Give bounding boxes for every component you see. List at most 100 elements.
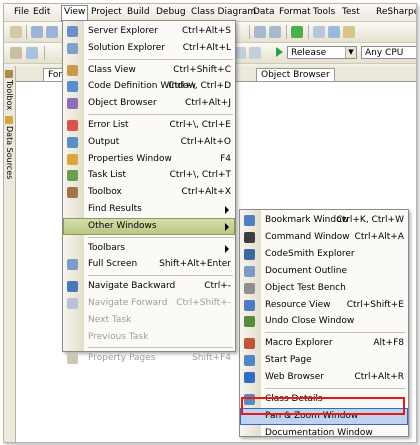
menu-format[interactable]: Format	[277, 6, 313, 19]
menu-item-class-details[interactable]: Class Details	[240, 391, 408, 408]
menu-item-toolbars[interactable]: Toolbars	[63, 240, 235, 257]
code-definition-icon	[67, 81, 78, 93]
redo-icon[interactable]	[46, 26, 58, 38]
toolbox-icon	[67, 187, 78, 199]
menu-item-object-browser[interactable]: Object Browser Ctrl+Alt+J	[63, 95, 235, 112]
menu-item-codesmith-explorer[interactable]: CodeSmith Explorer	[240, 246, 408, 263]
uncomment-icon[interactable]	[249, 47, 261, 59]
menu-item-label: Error List	[88, 120, 129, 130]
menu-item-shortcut: Alt+F8	[373, 338, 404, 349]
menu-item-object-test-bench[interactable]: Object Test Bench	[240, 280, 408, 297]
menu-item-label: Find Results	[88, 204, 142, 214]
add-item-icon[interactable]	[26, 47, 38, 59]
menu-item-full-screen[interactable]: Full Screen Shift+Alt+Enter	[63, 256, 235, 273]
solution-platform-dropdown[interactable]: Any CPU	[361, 46, 416, 59]
menu-item-find-results[interactable]: Find Results	[63, 201, 235, 218]
menu-item-label: Properties Window	[88, 153, 172, 164]
menu-item-label: Previous Task	[88, 331, 149, 342]
menu-item-label: Toolbox	[88, 187, 122, 198]
menu-item-bookmark-window[interactable]: Bookmark Window Ctrl+K, Ctrl+W	[240, 212, 408, 229]
menu-separator	[88, 236, 233, 238]
visual-studio-window: File Edit View Project Build Debug Class Diagr…	[3, 3, 417, 443]
menu-project[interactable]: Project	[89, 6, 124, 19]
menu-item-pan-zoom-window[interactable]: Pan & Zoom Window	[240, 407, 408, 425]
macro-explorer-icon	[244, 338, 255, 350]
menu-resharper[interactable]: ReSharper	[374, 6, 416, 19]
start-debugging-icon[interactable]	[291, 26, 303, 38]
new-project-icon[interactable]	[10, 47, 22, 59]
menu-item-output[interactable]: Output Ctrl+Alt+O	[63, 134, 235, 151]
chevron-down-icon: ▼	[345, 47, 356, 58]
toolbox-side-tab[interactable]: Toolbox	[4, 70, 15, 110]
menu-item-resource-view[interactable]: Resource View Ctrl+Shift+E	[240, 297, 408, 314]
menu-item-shortcut: Ctrl+Alt+J	[185, 98, 231, 109]
menu-data[interactable]: Data	[251, 6, 277, 19]
properties-icon[interactable]	[343, 26, 355, 38]
menu-item-macro-explorer[interactable]: Macro Explorer Alt+F8	[240, 335, 408, 352]
navigate-forward-icon[interactable]	[269, 26, 281, 38]
toolbox-icon	[5, 70, 13, 78]
menu-item-document-outline[interactable]: Document Outline	[240, 263, 408, 280]
menu-item-shortcut: Ctrl+\, Ctrl+D	[168, 81, 231, 92]
menu-debug[interactable]: Debug	[154, 6, 188, 19]
menu-item-command-window[interactable]: Command Window Ctrl+Alt+A	[240, 229, 408, 246]
server-explorer-icon	[67, 26, 78, 37]
menu-item-task-list[interactable]: Task List Ctrl+\, Ctrl+T	[63, 167, 235, 184]
menu-test[interactable]: Test	[340, 6, 362, 19]
menu-item-start-page[interactable]: Start Page	[240, 352, 408, 369]
solution-configuration-dropdown[interactable]: Release ▼	[287, 46, 357, 59]
menu-file[interactable]: File	[12, 6, 31, 19]
menu-item-error-list[interactable]: Error List Ctrl+\, Ctrl+E	[63, 117, 235, 134]
menu-item-shortcut: Ctrl+Shift+C	[173, 64, 231, 75]
menu-item-shortcut: Ctrl+Alt+S	[182, 26, 231, 36]
menu-item-navigate-forward: Navigate Forward Ctrl+Shift+-	[63, 295, 235, 312]
menu-build[interactable]: Build	[125, 6, 152, 19]
menu-item-label: Class Details	[265, 394, 323, 404]
menu-class-diagram[interactable]: Class Diagram	[189, 6, 258, 19]
document-outline-icon	[244, 265, 255, 277]
property-pages-icon	[67, 353, 78, 365]
menu-item-label: Solution Explorer	[88, 42, 165, 53]
navigate-back-icon[interactable]	[254, 26, 266, 38]
menu-item-label: Property Pages	[88, 353, 156, 364]
view-menu: Server Explorer Ctrl+Alt+S Solution Explor…	[62, 20, 236, 365]
task-list-icon	[67, 170, 78, 182]
menu-item-properties-window[interactable]: Properties Window F4	[63, 151, 235, 168]
menu-item-class-view[interactable]: Class View Ctrl+Shift+C	[63, 62, 235, 79]
codesmith-icon	[244, 248, 255, 260]
data-sources-side-tab[interactable]: Data Sources	[4, 116, 15, 179]
properties-icon	[67, 153, 78, 165]
menu-item-web-browser[interactable]: Web Browser Ctrl+Alt+R	[240, 369, 408, 386]
toolbox-tab-label: Toolbox	[5, 80, 14, 110]
toolbar-separator	[308, 25, 309, 39]
menu-item-code-definition-window[interactable]: Code Definition Window Ctrl+\, Ctrl+D	[63, 78, 235, 95]
menu-item-other-windows[interactable]: Other Windows	[63, 217, 235, 235]
find-icon[interactable]	[313, 26, 325, 38]
menu-edit[interactable]: Edit	[31, 6, 52, 19]
tab-object-browser[interactable]: Object Browser	[256, 68, 335, 81]
data-sources-tab-label: Data Sources	[5, 126, 14, 180]
menu-item-shortcut: Ctrl+Alt+L	[182, 42, 231, 53]
menu-separator	[88, 58, 233, 60]
menu-tools[interactable]: Tools	[311, 6, 337, 19]
menu-item-documentation-window[interactable]: Documentation Window	[240, 425, 408, 442]
menu-item-label: Command Window	[265, 231, 350, 242]
menu-item-label: Start Page	[265, 355, 312, 366]
menu-separator	[265, 332, 406, 334]
class-view-icon	[67, 64, 78, 76]
undo-icon[interactable]	[31, 26, 43, 38]
class-details-icon	[244, 394, 255, 405]
menu-item-server-explorer[interactable]: Server Explorer Ctrl+Alt+S	[63, 23, 235, 40]
menu-item-navigate-backward[interactable]: Navigate Backward Ctrl+-	[63, 278, 235, 295]
menu-item-solution-explorer[interactable]: Solution Explorer Ctrl+Alt+L	[63, 40, 235, 57]
menu-separator	[265, 388, 406, 389]
menu-item-shortcut: Ctrl+-	[204, 281, 231, 292]
run-icon[interactable]	[276, 47, 283, 57]
menu-item-shortcut: Ctrl+Alt+O	[180, 136, 231, 147]
solution-explorer-icon[interactable]	[328, 26, 340, 38]
menu-item-label: Full Screen	[88, 259, 138, 270]
menu-item-toolbox[interactable]: Toolbox Ctrl+Alt+X	[63, 184, 235, 201]
error-list-icon	[67, 120, 78, 131]
menu-item-undo-close-window[interactable]: Undo Close Window	[240, 313, 408, 330]
paste-icon[interactable]	[10, 26, 22, 38]
